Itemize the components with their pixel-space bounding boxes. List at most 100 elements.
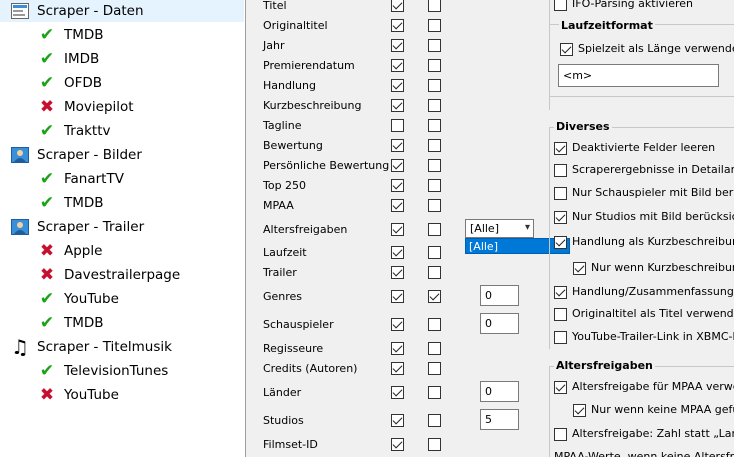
field-enable-checkbox[interactable] [391,19,404,32]
field-enable-checkbox[interactable] [391,59,404,72]
field-lock-checkbox[interactable] [428,119,441,132]
field-lock-checkbox[interactable] [428,290,441,303]
field-limit-input[interactable]: 5 [480,409,519,430]
field-limit-input[interactable]: 0 [480,285,519,306]
field-lock-checkbox[interactable] [428,59,441,72]
field-lock-checkbox[interactable] [428,342,441,355]
field-lock-checkbox[interactable] [428,0,441,12]
tree-item-tmdb[interactable]: ✔ TMDB [0,192,104,214]
field-enable-checkbox[interactable] [391,246,404,259]
field-label: Kurzbeschreibung [263,99,362,112]
field-lock-checkbox[interactable] [428,99,441,112]
tree-item-tmdb[interactable]: ✔ TMDB [0,24,104,46]
field-lock-checkbox[interactable] [428,179,441,192]
scraper-tree[interactable]: Scraper - Daten ✔ TMDB ✔ IMDB ✔ OFDB ✖ Moviepilo… [0,0,246,457]
tree-item-apple[interactable]: ✖ Apple [0,240,103,262]
field-label: Bewertung [263,139,323,152]
field-enable-checkbox[interactable] [391,159,404,172]
field-lock-checkbox[interactable] [428,139,441,152]
field-enable-checkbox[interactable] [391,199,404,212]
field-enable-checkbox[interactable] [391,0,404,12]
field-label: Studios [263,414,304,427]
tree-item-scraper-titelmusik[interactable]: ♫ Scraper - Titelmusik [0,336,172,358]
field-lock-checkbox[interactable] [428,199,441,212]
field-enable-checkbox[interactable] [391,119,404,132]
field-enable-checkbox[interactable] [391,223,404,236]
music-note-icon: ♫ [11,335,29,359]
field-lock-checkbox[interactable] [428,79,441,92]
field-lock-checkbox[interactable] [428,414,441,427]
diverses-option-checkbox[interactable] [554,308,567,321]
diverses-option-checkbox[interactable] [554,142,567,155]
field-limit-input[interactable]: 0 [480,381,519,402]
tree-item-moviepilot[interactable]: ✖ Moviepilot [0,96,134,118]
field-lock-checkbox[interactable] [428,386,441,399]
groupbox-border [549,367,550,457]
field-row-handlung: Handlung [254,77,540,97]
tree-item-ofdb[interactable]: ✔ OFDB [0,72,102,94]
field-enable-checkbox[interactable] [391,179,404,192]
field-enable-checkbox[interactable] [391,342,404,355]
tree-item-scraper-bilder[interactable]: Scraper - Bilder [0,144,142,166]
laufzeitformat-input[interactable]: <m> [558,64,719,87]
tree-item-youtube[interactable]: ✖ YouTube [0,384,119,406]
field-lock-checkbox[interactable] [428,19,441,32]
tree-item-davestrailerpage[interactable]: ✖ Davestrailerpage [0,264,180,286]
tree-item-imdb[interactable]: ✔ IMDB [0,48,99,70]
field-lock-checkbox[interactable] [428,438,441,451]
tree-item-fanarttv[interactable]: ✔ FanartTV [0,168,124,190]
diverses-option-checkbox[interactable] [554,286,567,299]
tree-item-label: Scraper - Titelmusik [37,339,172,355]
field-enable-checkbox[interactable] [391,386,404,399]
diverses-option-checkbox[interactable] [554,211,567,224]
chevron-down-icon[interactable]: ▾ [525,222,530,233]
altersfreigaben-option-checkbox[interactable] [573,404,586,417]
altersfreigaben-option-checkbox[interactable] [554,381,567,394]
field-row-top-250: Top 250 [254,177,540,197]
field-lock-checkbox[interactable] [428,318,441,331]
field-enable-checkbox[interactable] [391,318,404,331]
tree-item-trakttv[interactable]: ✔ Trakttv [0,120,111,142]
field-enable-checkbox[interactable] [391,79,404,92]
field-lock-checkbox[interactable] [428,246,441,259]
diverses-option-checkbox[interactable] [554,331,567,344]
altersfreigaben-title: Altersfreigaben [554,359,655,372]
field-row-mpaa: MPAA [254,197,540,217]
diverses-option-checkbox[interactable] [554,236,567,249]
field-lock-checkbox[interactable] [428,362,441,375]
spielzeit-als-laenge-checkbox[interactable] [560,43,573,56]
field-lock-checkbox[interactable] [428,39,441,52]
tree-item-label: Trakttv [64,123,111,139]
diverses-option-checkbox[interactable] [554,187,567,200]
field-enable-checkbox[interactable] [391,438,404,451]
checkmark-icon: ✔ [39,48,55,69]
laufzeitformat-title: Laufzeitformat [559,19,655,32]
field-limit-input[interactable]: 0 [480,313,519,334]
altersfreigaben-option-checkbox[interactable] [554,428,567,441]
field-lock-checkbox[interactable] [428,266,441,279]
field-lock-checkbox[interactable] [428,223,441,236]
cross-icon: ✖ [39,96,55,117]
altersfreigaben-option-label: Altersfreigabe für MPAA verwen [572,380,734,393]
ifo-parsing-checkbox[interactable] [554,0,567,11]
diverses-option-checkbox[interactable] [554,164,567,177]
tree-item-scraper-daten[interactable]: Scraper - Daten [0,0,244,22]
tree-item-tmdb[interactable]: ✔ TMDB [0,312,104,334]
tree-item-televisiontunes[interactable]: ✔ TelevisionTunes [0,360,168,382]
checkmark-icon: ✔ [39,192,55,213]
tree-item-youtube[interactable]: ✔ YouTube [0,288,119,310]
checkmark-icon: ✔ [39,120,55,141]
field-enable-checkbox[interactable] [391,414,404,427]
field-label: Handlung [263,79,316,92]
field-enable-checkbox[interactable] [391,362,404,375]
field-enable-checkbox[interactable] [391,39,404,52]
field-enable-checkbox[interactable] [391,266,404,279]
tree-item-scraper-trailer[interactable]: Scraper - Trailer [0,216,144,238]
field-enable-checkbox[interactable] [391,290,404,303]
field-enable-checkbox[interactable] [391,139,404,152]
diverses-option-checkbox[interactable] [573,262,586,275]
altersfreigaben-combobox[interactable]: [Alle] ▾ [465,219,534,238]
field-lock-checkbox[interactable] [428,159,441,172]
tree-item-label: Davestrailerpage [64,267,181,283]
field-enable-checkbox[interactable] [391,99,404,112]
